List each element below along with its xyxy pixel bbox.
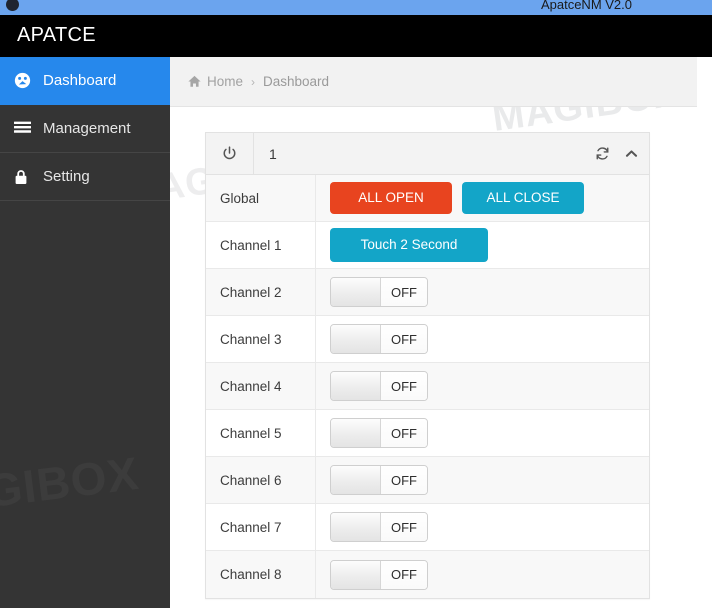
row-controls: OFF: [316, 324, 649, 354]
channel-toggle[interactable]: OFF: [330, 371, 428, 401]
device-panel: 1 Global ALL OPEN ALL CLOSE Channel 1 To…: [205, 132, 650, 599]
all-close-button[interactable]: ALL CLOSE: [462, 181, 584, 215]
toggle-knob: [331, 325, 381, 353]
panel-body: Global ALL OPEN ALL CLOSE Channel 1 Touc…: [206, 175, 649, 598]
power-icon[interactable]: [206, 133, 254, 174]
sidebar-item-label: Management: [43, 120, 131, 137]
app-root: ApatceNM V2.0 APATCE Dashboard Managemen…: [0, 0, 712, 608]
table-row: Channel 8 OFF: [206, 551, 649, 598]
dashboard-icon: [14, 72, 36, 89]
window-titlebar: ApatceNM V2.0: [0, 0, 712, 15]
list-icon: [14, 121, 36, 136]
refresh-icon[interactable]: [595, 146, 610, 161]
breadcrumb-current: Dashboard: [263, 74, 330, 89]
row-controls: OFF: [316, 371, 649, 401]
toggle-knob: [331, 372, 381, 400]
sidebar: Dashboard Management Setting GIBOX: [0, 57, 170, 608]
channel-toggle[interactable]: OFF: [330, 277, 428, 307]
channel-toggle[interactable]: OFF: [330, 559, 428, 590]
channel-toggle[interactable]: OFF: [330, 512, 428, 542]
row-controls: Touch 2 Second: [316, 227, 649, 263]
brand-title: APATCE: [17, 24, 96, 46]
table-row: Channel 1 Touch 2 Second: [206, 222, 649, 269]
toggle-knob: [331, 560, 381, 589]
table-row: Channel 3 OFF: [206, 316, 649, 363]
row-label: Channel 2: [206, 269, 316, 315]
breadcrumb-home[interactable]: Home: [207, 74, 243, 89]
row-controls: ALL OPEN ALL CLOSE: [316, 181, 649, 215]
window-title: ApatceNM V2.0: [540, 0, 632, 12]
row-controls: OFF: [316, 465, 649, 495]
chevron-up-icon[interactable]: [624, 146, 639, 161]
table-row: Channel 6 OFF: [206, 457, 649, 504]
toggle-knob: [331, 513, 381, 541]
table-row: Channel 5 OFF: [206, 410, 649, 457]
table-row: Channel 2 OFF: [206, 269, 649, 316]
toggle-state-label: OFF: [381, 372, 427, 400]
breadcrumb: Home › Dashboard: [170, 57, 697, 107]
row-controls: OFF: [316, 277, 649, 307]
table-row: Channel 4 OFF: [206, 363, 649, 410]
breadcrumb-separator: ›: [251, 74, 256, 89]
sidebar-item-label: Setting: [43, 168, 90, 185]
channel-toggle[interactable]: OFF: [330, 418, 428, 448]
sidebar-item-setting[interactable]: Setting: [0, 153, 170, 201]
row-label: Channel 3: [206, 316, 316, 362]
sidebar-item-management[interactable]: Management: [0, 105, 170, 153]
panel-header: 1: [206, 133, 649, 175]
toggle-knob: [331, 278, 381, 306]
row-label: Channel 8: [206, 551, 316, 598]
toggle-state-label: OFF: [381, 325, 427, 353]
row-label: Channel 7: [206, 504, 316, 550]
table-row: Global ALL OPEN ALL CLOSE: [206, 175, 649, 222]
panel-tools: [595, 133, 639, 174]
top-header-bar: APATCE: [0, 15, 712, 57]
toggle-state-label: OFF: [381, 419, 427, 447]
app-dot-icon: [6, 0, 19, 11]
row-controls: OFF: [316, 559, 649, 590]
main-content: MAGIBOX MAGIBOX MAGIBOX 1: [170, 107, 712, 608]
toggle-state-label: OFF: [381, 560, 427, 589]
row-label: Channel 4: [206, 363, 316, 409]
row-controls: OFF: [316, 512, 649, 542]
row-label: Global: [206, 175, 316, 221]
row-label: Channel 6: [206, 457, 316, 503]
row-label: Channel 5: [206, 410, 316, 456]
panel-title: 1: [269, 145, 277, 162]
lock-icon: [14, 169, 36, 185]
toggle-knob: [331, 419, 381, 447]
row-controls: OFF: [316, 418, 649, 448]
touch-2-second-button[interactable]: Touch 2 Second: [330, 227, 488, 263]
row-label: Channel 1: [206, 222, 316, 268]
all-open-button[interactable]: ALL OPEN: [330, 181, 452, 215]
channel-toggle[interactable]: OFF: [330, 324, 428, 354]
sidebar-item-dashboard[interactable]: Dashboard: [0, 57, 170, 105]
sidebar-item-label: Dashboard: [43, 72, 117, 89]
home-icon: [188, 75, 201, 88]
channel-toggle[interactable]: OFF: [330, 465, 428, 495]
table-row: Channel 7 OFF: [206, 504, 649, 551]
toggle-state-label: OFF: [381, 466, 427, 494]
toggle-knob: [331, 466, 381, 494]
toggle-state-label: OFF: [381, 513, 427, 541]
toggle-state-label: OFF: [381, 278, 427, 306]
sidebar-watermark: GIBOX: [0, 446, 142, 518]
